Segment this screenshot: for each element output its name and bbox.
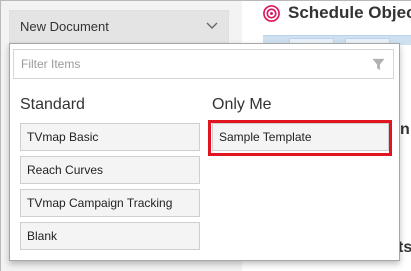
background-text-fragment: n bbox=[400, 121, 410, 138]
new-document-label: New Document bbox=[20, 19, 109, 34]
funnel-icon[interactable] bbox=[372, 58, 385, 71]
new-document-dropdown-panel: Filter Items Standard Only Me TVmap Basi… bbox=[9, 43, 400, 261]
standard-heading: Standard bbox=[20, 96, 85, 113]
template-item-reach-curves[interactable]: Reach Curves bbox=[20, 156, 200, 184]
target-icon bbox=[263, 4, 280, 22]
template-item-blank[interactable]: Blank bbox=[20, 222, 200, 250]
schedule-objects-title: Schedule Objec bbox=[288, 3, 411, 22]
only-me-heading: Only Me bbox=[212, 96, 272, 113]
schedule-objects-heading: Schedule Objec bbox=[263, 2, 411, 24]
filter-items-input[interactable]: Filter Items bbox=[13, 49, 394, 79]
highlight-box bbox=[208, 120, 392, 156]
template-item-tvmap-campaign-tracking[interactable]: TVmap Campaign Tracking bbox=[20, 189, 200, 217]
template-item-tvmap-basic[interactable]: TVmap Basic bbox=[20, 123, 200, 151]
filter-placeholder: Filter Items bbox=[21, 57, 81, 71]
chevron-down-icon bbox=[206, 22, 218, 29]
new-document-dropdown[interactable]: New Document bbox=[9, 10, 229, 43]
